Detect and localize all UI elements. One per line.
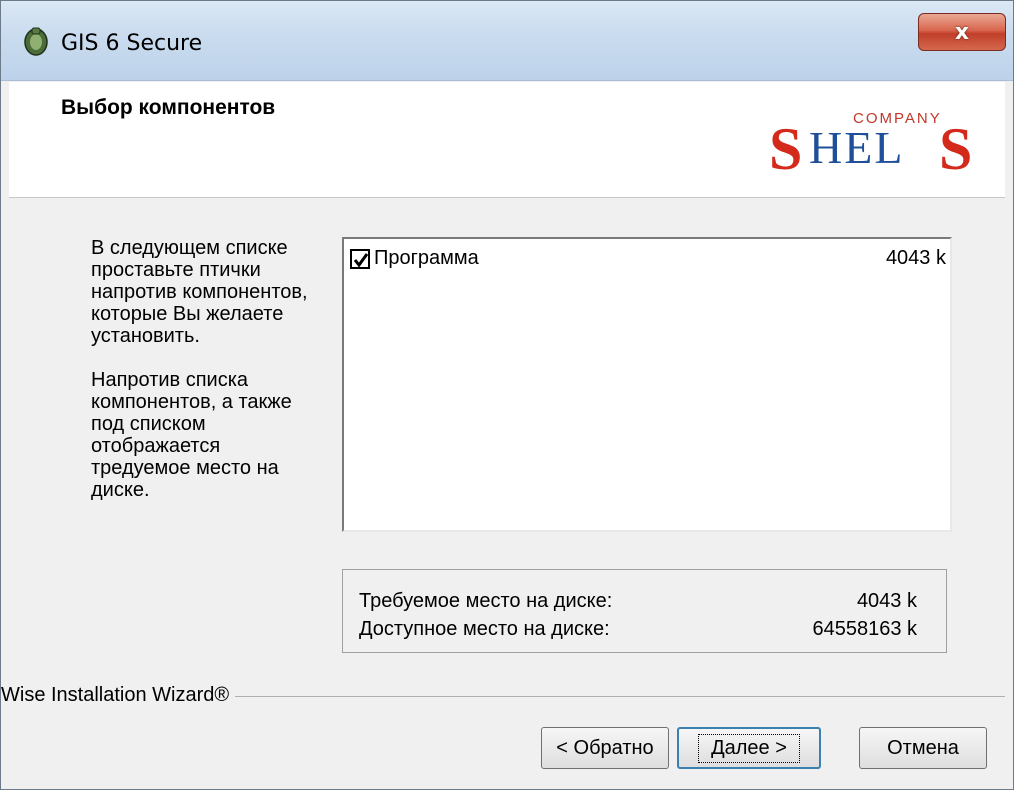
component-size: 4043 k bbox=[885, 247, 946, 269]
required-space-row: Требуемое место на диске: 4043 k bbox=[359, 590, 929, 614]
page-title: Выбор компонентов bbox=[61, 96, 276, 119]
available-space-value: 64558163 k bbox=[812, 618, 917, 640]
window-title: GIS 6 Secure bbox=[61, 31, 203, 56]
close-button[interactable]: x bbox=[918, 13, 1006, 51]
header-panel: Выбор компонентов COMPANY S HEL S bbox=[9, 82, 1005, 198]
required-space-label: Требуемое место на диске: bbox=[359, 590, 613, 612]
list-item[interactable]: Программа 4043 k bbox=[350, 247, 946, 271]
installer-window: GIS 6 Secure x Выбор компонентов COMPANY… bbox=[0, 0, 1014, 790]
description-paragraph-2: Напротив списка компонентов, а также под… bbox=[91, 369, 292, 501]
svg-text:HEL: HEL bbox=[809, 122, 904, 173]
close-icon: x bbox=[954, 19, 970, 45]
cancel-button-label: Отмена bbox=[887, 736, 959, 759]
description-text: В следующем списке проставьте птички нап… bbox=[91, 237, 321, 523]
next-button[interactable]: Далее > bbox=[677, 727, 821, 769]
available-space-label: Доступное место на диске: bbox=[359, 618, 610, 640]
available-space-row: Доступное место на диске: 64558163 k bbox=[359, 618, 929, 642]
title-bar[interactable]: GIS 6 Secure x bbox=[1, 1, 1013, 81]
next-button-label: Далее > bbox=[698, 733, 800, 763]
back-button[interactable]: < Обратно bbox=[541, 727, 669, 769]
components-list[interactable]: Программа 4043 k bbox=[342, 237, 952, 532]
disk-space-box: Требуемое место на диске: 4043 k Доступн… bbox=[342, 569, 947, 653]
svg-text:S: S bbox=[769, 116, 802, 177]
required-space-value: 4043 k bbox=[856, 590, 917, 612]
wizard-brand-label: Wise Installation Wizard® bbox=[1, 684, 236, 707]
checkmark-icon bbox=[353, 253, 369, 268]
app-shield-icon bbox=[23, 25, 49, 57]
component-checkbox[interactable] bbox=[350, 249, 370, 269]
svg-text:S: S bbox=[939, 116, 972, 177]
description-paragraph-1: В следующем списке проставьте птички нап… bbox=[91, 237, 308, 347]
back-button-label: < Обратно bbox=[556, 736, 654, 759]
cancel-button[interactable]: Отмена bbox=[859, 727, 987, 769]
shels-logo: COMPANY S HEL S bbox=[769, 97, 985, 182]
component-name: Программа bbox=[374, 247, 479, 269]
